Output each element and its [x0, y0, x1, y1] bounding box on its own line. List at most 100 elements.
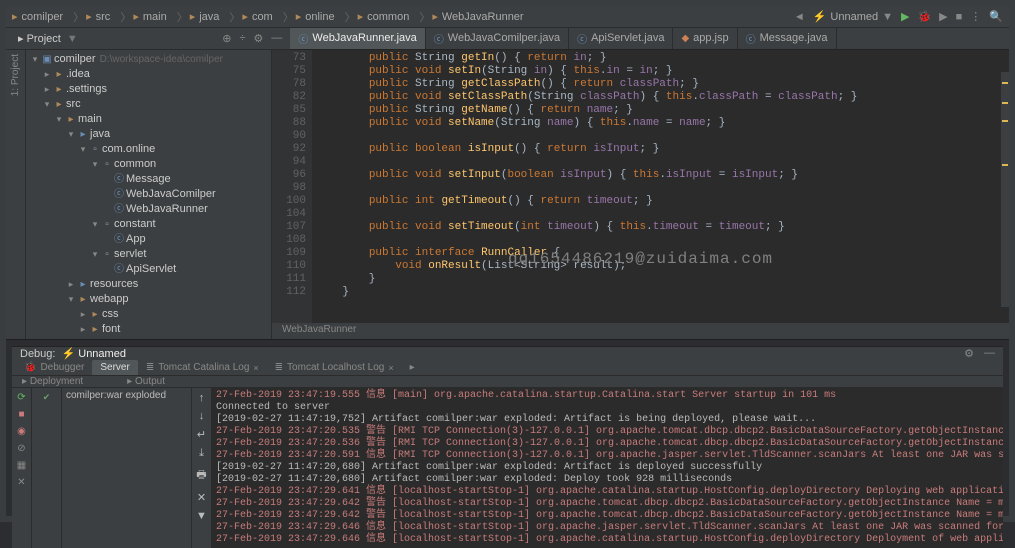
breadcrumb-item[interactable]: ▸common	[358, 10, 410, 23]
collapse-all-icon[interactable]: ÷	[239, 32, 245, 45]
tree-twisty[interactable]: ▸	[66, 277, 76, 292]
tree-node[interactable]: ▸▸.idea	[26, 67, 271, 82]
tree-twisty[interactable]: ▾	[30, 52, 40, 67]
tree-node[interactable]: ▾▫servlet	[26, 247, 271, 262]
deploy-artifact[interactable]: ✔	[37, 392, 57, 403]
editor-tab[interactable]: ⓒWebJavaRunner.java	[290, 28, 425, 49]
tree-twisty[interactable]: ▸	[78, 322, 88, 337]
tree-twisty[interactable]: ▾	[78, 142, 88, 157]
breadcrumb-item[interactable]: ▸WebJavaRunner	[432, 10, 523, 23]
tree-twisty[interactable]: ▾	[54, 112, 64, 127]
tree-twisty[interactable]: ▸	[42, 82, 52, 97]
gear-icon[interactable]: ⚙	[254, 32, 264, 45]
tree-node[interactable]: ▾▸main	[26, 112, 271, 127]
search-icon[interactable]: 🔍	[989, 10, 1003, 23]
tab-catalina-log[interactable]: ≣ Tomcat Catalina Log ×	[138, 360, 267, 375]
tree-node[interactable]: ⓒApp	[26, 232, 271, 247]
editor-tab[interactable]: ⓒMessage.java	[738, 28, 837, 49]
debug-break-icon[interactable]: ◉	[17, 426, 26, 437]
tree-node[interactable]: ▸▸resources	[26, 277, 271, 292]
rerun-icon[interactable]: ⟳	[17, 392, 25, 403]
clear-icon[interactable]: ✕	[197, 491, 206, 504]
breadcrumb-item[interactable]: ▸java	[190, 10, 220, 23]
run-config-selector[interactable]: ⚡Unnamed ▼	[813, 10, 893, 23]
tab-server[interactable]: Server	[92, 360, 137, 375]
tree-twisty[interactable]: ▾	[90, 217, 100, 232]
tree-twisty[interactable]: ▾	[90, 247, 100, 262]
console-line: 27-Feb-2019 23:47:20.536 警告 [RMI TCP Con…	[216, 438, 999, 450]
tree-item-icon: ▸	[52, 67, 66, 82]
project-view-dropdown[interactable]: ▼	[67, 33, 78, 45]
tree-item-icon: ▫	[100, 217, 114, 232]
tree-node[interactable]: ▾▫constant	[26, 217, 271, 232]
tree-node[interactable]: ▾▸src	[26, 97, 271, 112]
tree-item-icon: ⓒ	[112, 202, 126, 217]
tree-twisty[interactable]: ▸	[78, 337, 88, 339]
filter-icon[interactable]: ▼	[196, 510, 207, 522]
scroll-top-icon[interactable]: ↑	[199, 392, 205, 404]
tree-node[interactable]: ▸▸font	[26, 322, 271, 337]
folder-icon: ▸	[133, 10, 139, 23]
soft-wrap-icon[interactable]: ↵	[197, 428, 206, 441]
scroll-end-icon[interactable]: ⤓	[199, 447, 204, 460]
tab-debugger[interactable]: 🐞 Debugger	[16, 360, 92, 375]
console-output[interactable]: 27-Feb-2019 23:47:19.555 信息 [main] org.a…	[212, 388, 1003, 548]
tree-node[interactable]: ⓒWebJavaComilper	[26, 187, 271, 202]
tree-node[interactable]: ▸▸css	[26, 307, 271, 322]
editor-tab[interactable]: ◆app.jsp	[673, 28, 737, 49]
debug-settings-icon[interactable]: ⚙	[964, 347, 974, 360]
tree-node[interactable]: ⓒWebJavaRunner	[26, 202, 271, 217]
project-tool-button[interactable]: 1: Project	[10, 54, 21, 96]
breadcrumb-item[interactable]: ▸src	[86, 10, 110, 23]
tree-item-icon: ▸	[76, 292, 90, 307]
breadcrumb-item[interactable]: ▸online	[296, 10, 335, 23]
debug-hide-icon[interactable]: —	[984, 347, 995, 360]
breadcrumb-item[interactable]: ▸comilper	[12, 10, 63, 23]
tree-twisty[interactable]: ▾	[66, 127, 76, 142]
mute-brk-icon[interactable]: ⊘	[17, 443, 25, 454]
editor-tab[interactable]: ⓒApiServlet.java	[569, 28, 673, 49]
editor-tab[interactable]: ⓒWebJavaComilper.java	[426, 28, 569, 49]
breadcrumb-item[interactable]: ▸com	[242, 10, 272, 23]
breadcrumb-item[interactable]: ▸main	[133, 10, 166, 23]
tree-node[interactable]: ⓒMessage	[26, 172, 271, 187]
scroll-bottom-icon[interactable]: ↓	[199, 410, 205, 422]
tree-node[interactable]: ▸▸image	[26, 337, 271, 339]
tree-node[interactable]: ▾▫common	[26, 157, 271, 172]
deployment-list: ✔	[32, 388, 62, 548]
tab-localhost-log[interactable]: ≣ Tomcat Localhost Log ×	[267, 360, 402, 375]
back-nav-icon[interactable]: ◄	[794, 11, 805, 23]
pin-icon[interactable]: ✕	[17, 477, 25, 488]
tree-node[interactable]: ▸▸.settings	[26, 82, 271, 97]
project-panel-title[interactable]: ▸ Project	[18, 32, 61, 45]
hide-panel-icon[interactable]: —	[271, 32, 282, 45]
tree-node[interactable]: ▾▸webapp	[26, 292, 271, 307]
error-stripe[interactable]	[1001, 72, 1009, 307]
run-menu-icon[interactable]: ▶	[939, 10, 947, 23]
tree-twisty[interactable]: ▾	[90, 157, 100, 172]
tree-twisty[interactable]: ▾	[66, 292, 76, 307]
tree-twisty[interactable]: ▸	[78, 307, 88, 322]
print-icon[interactable]: 🖶	[196, 466, 206, 485]
console-line: [2019-02-27 11:47:20,680] Artifact comil…	[216, 474, 999, 486]
tree-twisty[interactable]: ▾	[42, 97, 52, 112]
tree-node[interactable]: ▾▫com.online	[26, 142, 271, 157]
layout-icon[interactable]: ▦	[17, 460, 26, 471]
tree-node[interactable]: ▾▣comilperD:\workspace-idea\comilper	[26, 52, 271, 67]
java-file-icon: ⓒ	[577, 31, 587, 46]
tree-item-icon: ▫	[100, 157, 114, 172]
tree-node[interactable]: ▾▸java	[26, 127, 271, 142]
project-settings-icon[interactable]: ⊕	[222, 32, 231, 45]
deployment-name[interactable]: comilper:war exploded	[62, 388, 192, 548]
tree-node[interactable]: ⓒApiServlet	[26, 262, 271, 277]
project-tree[interactable]: ▾▣comilperD:\workspace-idea\comilper▸▸.i…	[26, 50, 271, 339]
folder-icon: ▸	[190, 10, 196, 23]
run-icon[interactable]: ▶	[901, 10, 909, 23]
stop-icon[interactable]: ■	[956, 11, 963, 23]
code-area[interactable]: public String getIn() { return in; } pub…	[312, 50, 1009, 323]
tab-more-icon[interactable]: ▸	[402, 360, 423, 375]
stop-process-icon[interactable]: ■	[18, 409, 24, 420]
vcs-menu-icon[interactable]: ⋮	[970, 10, 981, 23]
tree-twisty[interactable]: ▸	[42, 67, 52, 82]
debug-icon[interactable]: 🐞	[917, 10, 931, 23]
